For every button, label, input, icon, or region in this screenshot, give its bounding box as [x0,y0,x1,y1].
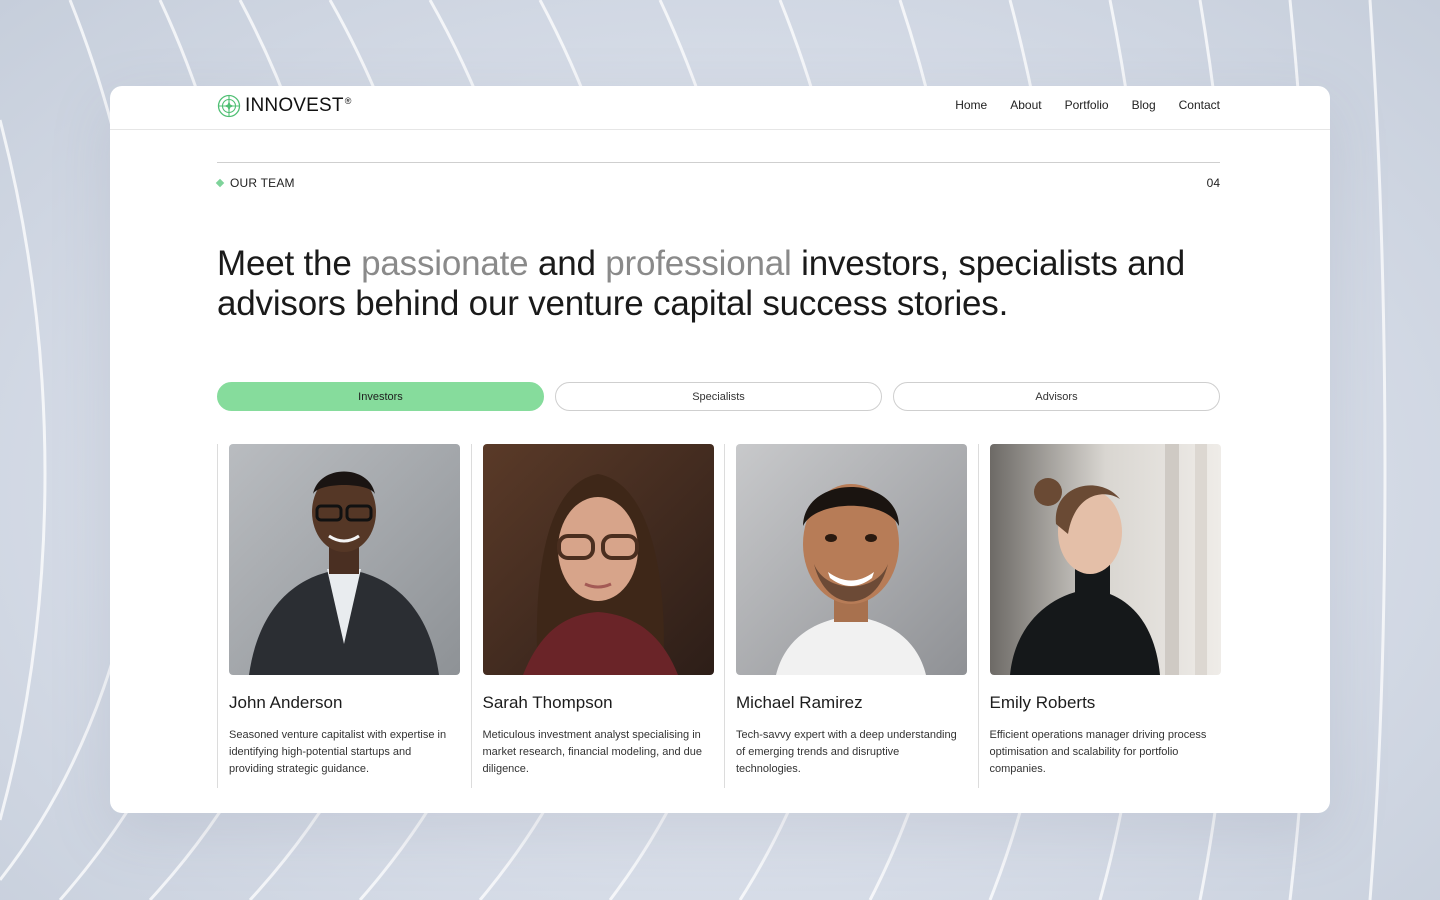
brand-name: INNOVEST® [245,95,352,116]
globe-crosshair-icon [217,94,241,118]
member-name: John Anderson [229,693,343,712]
member-photo [989,444,1221,675]
top-navbar: INNOVEST® Home About Portfolio Blog Cont… [110,86,1330,130]
nav-links: Home About Portfolio Blog Contact [955,98,1220,112]
nav-link-about[interactable]: About [1010,98,1041,112]
member-photo [736,444,967,675]
member-bio: Efficient operations manager driving pro… [989,729,1207,775]
nav-link-contact[interactable]: Contact [1179,98,1220,112]
page-window: INNOVEST® Home About Portfolio Blog Cont… [110,86,1330,813]
page-headline: Meet the passionate and professional inv… [217,244,1217,324]
team-tabs: Investors Specialists Advisors [217,382,1220,411]
team-grid: John Anderson Seasoned venture capitalis… [217,444,1231,788]
nav-link-portfolio[interactable]: Portfolio [1065,98,1109,112]
tab-advisors[interactable]: Advisors [893,382,1220,411]
section-label: OUR TEAM [215,176,295,190]
nav-link-home[interactable]: Home [955,98,987,112]
headline-muted-2: professional [605,244,792,283]
tab-specialists[interactable]: Specialists [555,382,882,411]
team-member-card[interactable]: Michael Ramirez Tech-savvy expert with a… [724,444,978,788]
tab-investors[interactable]: Investors [217,382,544,411]
section-divider [217,162,1220,163]
team-member-card[interactable]: Emily Roberts Efficient operations manag… [977,444,1232,788]
diamond-bullet-icon [215,178,225,188]
member-photo [229,444,460,675]
brand-logo[interactable]: INNOVEST® [217,94,352,118]
section-number: 04 [1206,176,1220,190]
member-name: Sarah Thompson [482,693,613,712]
member-name: Michael Ramirez [736,693,863,712]
member-name: Emily Roberts [989,693,1096,712]
headline-text-2: and [528,244,606,283]
member-photo [482,444,714,675]
headline-muted-1: passionate [361,244,529,283]
member-bio: Seasoned venture capitalist with experti… [229,729,447,775]
member-bio: Meticulous investment analyst specialisi… [482,729,703,775]
team-member-card[interactable]: Sarah Thompson Meticulous investment ana… [470,444,725,788]
nav-link-blog[interactable]: Blog [1132,98,1156,112]
section-label-text: OUR TEAM [230,176,295,190]
headline-text-1: Meet the [217,244,362,283]
team-member-card[interactable]: John Anderson Seasoned venture capitalis… [217,444,471,788]
member-bio: Tech-savvy expert with a deep understand… [736,729,957,775]
